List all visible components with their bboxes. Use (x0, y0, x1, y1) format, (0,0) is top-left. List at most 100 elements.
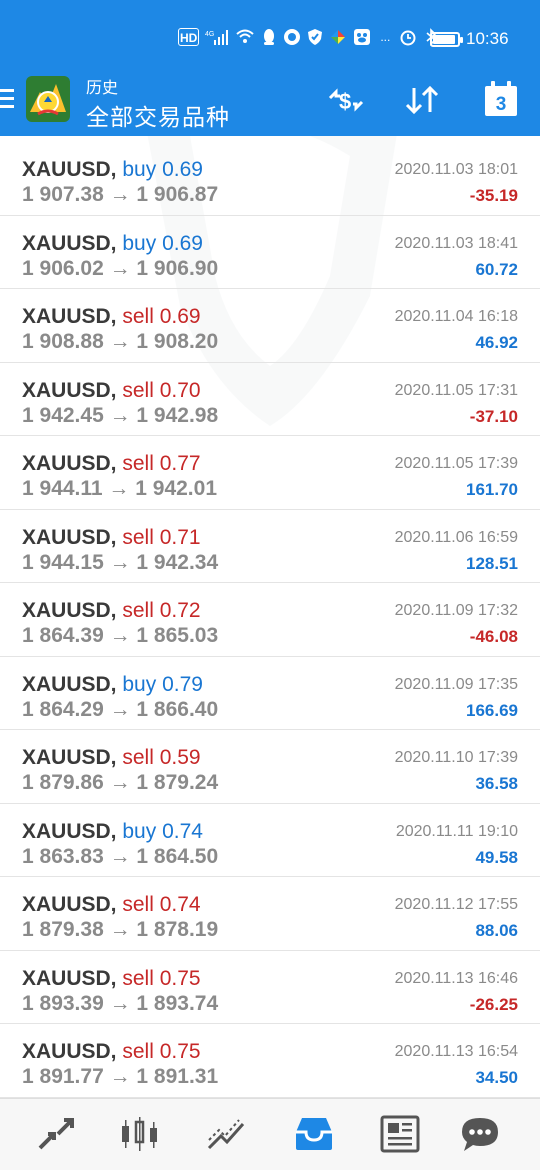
trade-row[interactable]: XAUUSD, buy 0.74 1 863.83 → 1 864.50 2020.… (0, 804, 540, 877)
page-subtitle: 历史 (86, 80, 119, 97)
trade-volume: 0.69 (162, 158, 203, 181)
trade-profit: 128.51 (466, 553, 518, 573)
trade-volume: 0.74 (159, 893, 201, 916)
trade-symbol: XAUUSD, (22, 1040, 117, 1063)
alarm-icon (399, 28, 417, 46)
trade-symbol-line: XAUUSD, sell 0.75 (22, 1040, 201, 1064)
trade-datetime: 2020.11.05 17:31 (394, 381, 518, 399)
hd-icon: HD (178, 28, 200, 46)
trade-symbol-line: XAUUSD, buy 0.69 (22, 158, 203, 182)
trade-symbol-line: XAUUSD, buy 0.74 (22, 820, 203, 844)
trade-symbol: XAUUSD, (22, 746, 117, 769)
trade-datetime: 2020.11.04 16:18 (394, 308, 518, 325)
network-4g-icon: 4G (205, 28, 229, 46)
trade-datetime: 2020.11.11 19:10 (395, 822, 518, 840)
trade-profit: -37.10 (469, 406, 518, 426)
sort-icon[interactable] (402, 84, 442, 116)
trade-row[interactable]: XAUUSD, sell 0.69 1 908.88 → 1 908.20 2020… (0, 289, 540, 363)
status-indicators: HD 4G ... (178, 28, 439, 46)
nav-chart[interactable] (118, 1114, 162, 1154)
menu-icon[interactable] (0, 89, 14, 111)
nav-history[interactable] (292, 1114, 336, 1154)
trade-row[interactable]: XAUUSD, sell 0.74 1 879.38 → 1 878.19 2020… (0, 877, 540, 951)
trade-profit: -26.25 (469, 994, 518, 1014)
trade-symbol: XAUUSD, (22, 966, 117, 990)
trade-prices: 1 893.39 → 1 893.74 (22, 991, 219, 1015)
page-title[interactable]: 全部交易品种 (86, 98, 230, 132)
trade-datetime: 2020.11.06 16:59 (394, 528, 518, 546)
trade-row[interactable]: XAUUSD, buy 0.69 1 906.02 → 1 906.90 2020.… (0, 216, 540, 289)
baidu-icon (353, 28, 371, 46)
trade-profit: 34.50 (475, 1068, 518, 1087)
trade-datetime: 2020.11.13 16:54 (394, 1043, 518, 1060)
trade-prices: 1 891.77 → 1 891.31 (22, 1065, 219, 1088)
trade-volume: 0.69 (159, 305, 201, 328)
news-icon (380, 1115, 420, 1153)
metatrader-logo-icon[interactable] (24, 74, 72, 124)
trade-prices: 1 879.38 → 1 878.19 (22, 918, 219, 941)
trade-prices: 1 864.29 → 1 866.40 (22, 697, 219, 721)
trade-side: buy (122, 158, 157, 181)
nav-chat[interactable] (458, 1114, 502, 1154)
trade-history-list[interactable]: XAUUSD, buy 0.69 1 907.38 → 1 906.87 2020.… (0, 136, 540, 1098)
nav-quotes[interactable] (34, 1114, 78, 1154)
trade-profit: 166.69 (466, 700, 518, 720)
currency-exchange-icon[interactable]: $ (326, 84, 366, 116)
trade-volume: 0.72 (159, 599, 201, 622)
nav-news[interactable] (378, 1114, 422, 1154)
trade-volume: 0.71 (159, 525, 201, 549)
trade-row[interactable]: XAUUSD, sell 0.75 1 893.39 → 1 893.74 2020… (0, 951, 540, 1024)
trade-row[interactable]: XAUUSD, sell 0.75 1 891.77 → 1 891.31 2020… (0, 1024, 540, 1098)
trade-side: sell (122, 966, 154, 990)
trade-symbol: XAUUSD, (22, 378, 117, 402)
trade-row[interactable]: XAUUSD, sell 0.70 1 942.45 → 1 942.98 2020… (0, 363, 540, 436)
trade-symbol: XAUUSD, (22, 672, 117, 696)
app-bar: 历史 全部交易品种 $ 3 (0, 70, 540, 136)
wifi-icon (235, 28, 255, 46)
trade-volume: 0.79 (162, 672, 203, 696)
trade-datetime: 2020.11.03 18:41 (394, 234, 518, 252)
trade-profit: 36.58 (475, 774, 518, 793)
trade-row[interactable]: XAUUSD, sell 0.71 1 944.15 → 1 942.34 2020… (0, 510, 540, 583)
trade-profit: -35.19 (469, 186, 518, 205)
trade-symbol: XAUUSD, (22, 231, 117, 255)
colorful-app-icon (329, 28, 347, 46)
trade-symbol-line: XAUUSD, sell 0.70 (22, 379, 201, 403)
trade-row[interactable]: XAUUSD, sell 0.59 1 879.86 → 1 879.24 2020… (0, 730, 540, 804)
trade-row[interactable]: XAUUSD, sell 0.77 1 944.11 → 1 942.01 2020… (0, 436, 540, 510)
trade-row[interactable]: XAUUSD, sell 0.72 1 864.39 → 1 865.03 2020… (0, 583, 540, 657)
trade-symbol-line: XAUUSD, sell 0.74 (22, 893, 201, 917)
trade-profit: 49.58 (475, 847, 518, 867)
trade-profit: -46.08 (469, 627, 518, 646)
trade-row[interactable]: XAUUSD, buy 0.79 1 864.29 → 1 866.40 2020.… (0, 657, 540, 730)
calendar-icon[interactable]: 3 (483, 80, 523, 116)
trade-symbol: XAUUSD, (22, 819, 117, 843)
more-icon: ... (380, 30, 391, 44)
chat-icon (462, 1118, 498, 1151)
trade-volume: 0.75 (159, 1040, 201, 1063)
trade-side: buy (122, 672, 157, 696)
trade-symbol: XAUUSD, (22, 452, 117, 475)
trade-prices: 1 906.02 → 1 906.90 (22, 256, 219, 280)
trade-datetime: 2020.11.10 17:39 (394, 749, 518, 766)
battery-icon (430, 32, 463, 47)
svg-text:$: $ (339, 89, 351, 114)
trade-prices: 1 944.11 → 1 942.01 (22, 477, 217, 500)
top-bar: HD 4G ... 10:36 历史 全部交易品种 $ 3 (0, 0, 540, 136)
trade-datetime: 2020.11.05 17:39 (394, 455, 518, 472)
nav-trade[interactable] (205, 1114, 249, 1154)
trade-symbol: XAUUSD, (22, 893, 117, 916)
svg-text:3: 3 (496, 94, 507, 115)
trade-datetime: 2020.11.13 16:46 (394, 969, 518, 987)
trade-profit: 60.72 (475, 259, 518, 279)
trade-symbol: XAUUSD, (22, 525, 117, 549)
trade-prices: 1 863.83 → 1 864.50 (22, 844, 219, 868)
status-time: 10:36 (466, 29, 509, 48)
trade-symbol-line: XAUUSD, sell 0.71 (22, 526, 201, 550)
trade-row[interactable]: XAUUSD, buy 0.69 1 907.38 → 1 906.87 2020.… (0, 142, 540, 216)
trade-prices: 1 944.15 → 1 942.34 (22, 550, 219, 574)
trade-prices: 1 864.39 → 1 865.03 (22, 624, 219, 647)
trade-volume: 0.74 (162, 819, 203, 843)
trade-symbol-line: XAUUSD, buy 0.79 (22, 673, 203, 697)
trade-symbol-line: XAUUSD, sell 0.72 (22, 599, 201, 623)
